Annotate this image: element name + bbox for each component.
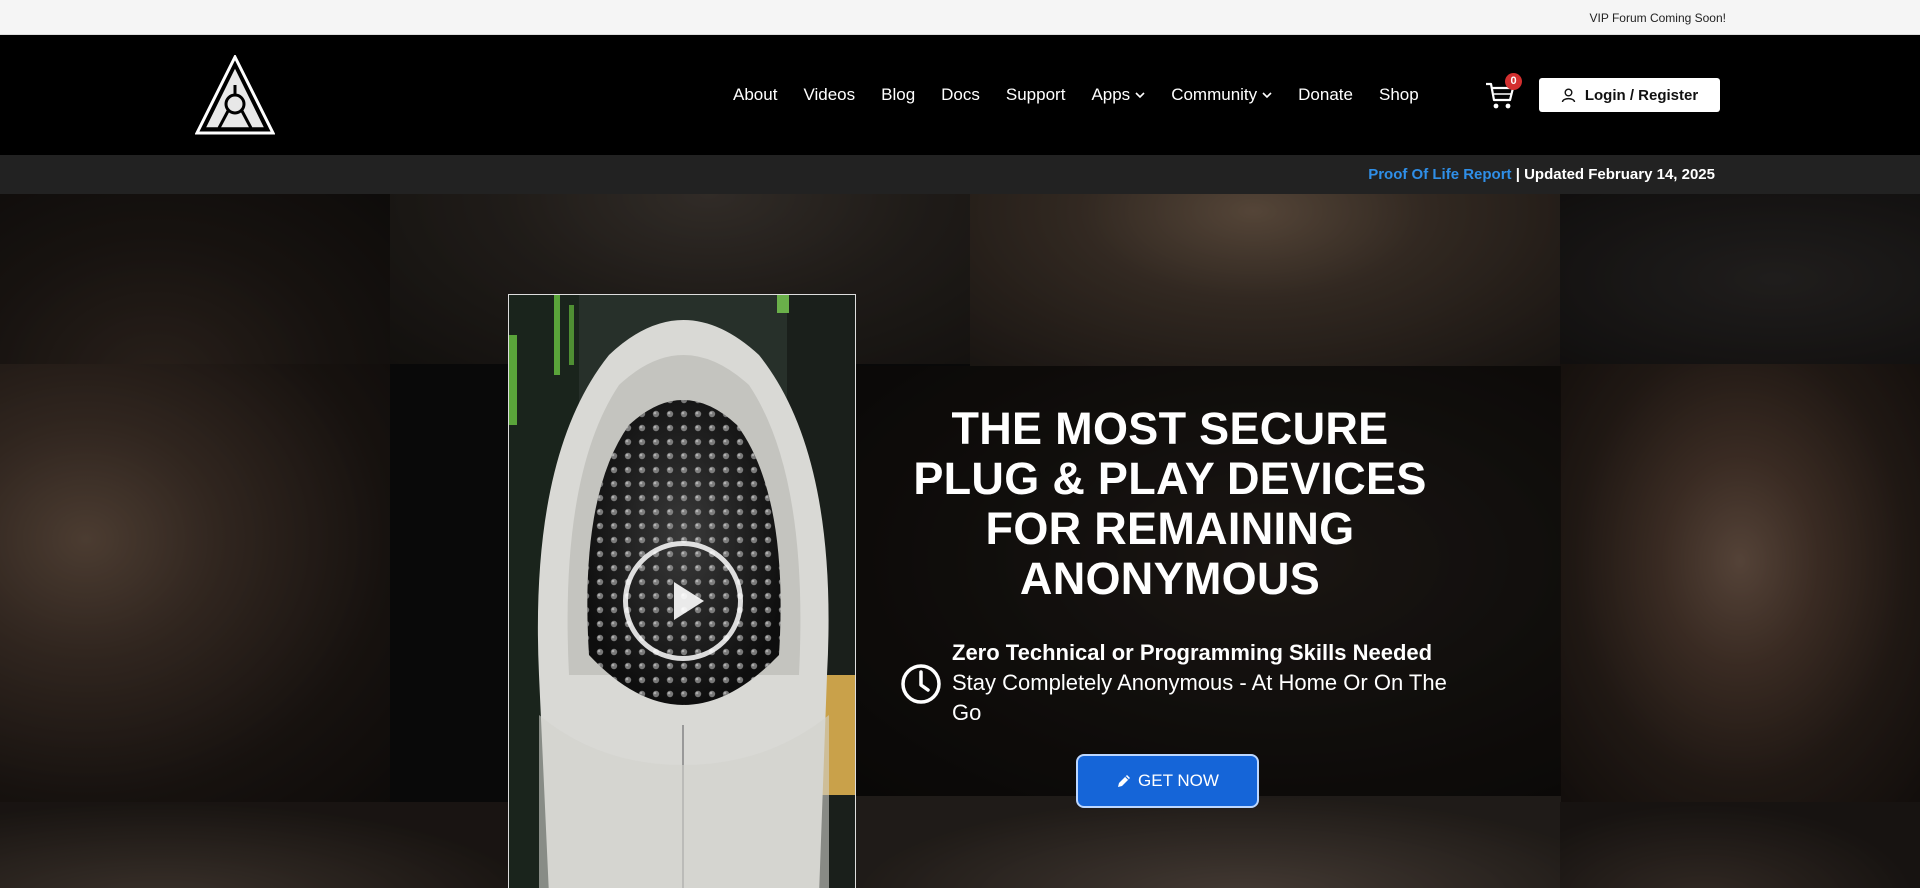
nav-donate[interactable]: Donate <box>1298 85 1353 105</box>
headline-line: THE MOST SECURE <box>951 403 1389 454</box>
nav-label: Docs <box>941 85 980 104</box>
nav-label: Videos <box>803 85 856 104</box>
nav-label: Blog <box>881 85 916 104</box>
clock-icon <box>901 664 941 704</box>
nav-apps[interactable]: Apps <box>1091 85 1145 105</box>
nav-label: About <box>733 85 778 104</box>
nav-label: Support <box>1005 85 1066 104</box>
pencil-icon <box>1118 775 1131 787</box>
cart-count-badge: 0 <box>1505 73 1522 90</box>
updated-date: | Updated February 14, 2025 <box>1515 166 1715 183</box>
feature-title: Zero Technical or Programming Skills Nee… <box>952 640 1433 665</box>
login-label: Login / Register <box>1584 86 1699 104</box>
user-icon <box>1561 88 1576 102</box>
chevron-down-icon <box>1135 92 1145 99</box>
nav-about[interactable]: About <box>733 85 777 105</box>
headline-line: FOR REMAINING <box>985 503 1355 554</box>
nav-shop[interactable]: Shop <box>1379 85 1419 105</box>
nav-community[interactable]: Community <box>1171 85 1272 105</box>
headline-line: PLUG & PLAY DEVICES <box>913 453 1427 504</box>
play-icon <box>674 582 704 620</box>
site-header: About Videos Blog Docs Support Apps Comm… <box>0 35 1920 155</box>
nav-label: Shop <box>1378 85 1419 104</box>
nav-label: Community <box>1171 85 1258 104</box>
login-register-button[interactable]: Login / Register <box>1539 78 1720 112</box>
nav-videos[interactable]: Videos <box>803 85 855 105</box>
nav-support[interactable]: Support <box>1006 85 1066 105</box>
announcement-bar: VIP Forum Coming Soon! <box>0 0 1920 35</box>
nav-blog[interactable]: Blog <box>881 85 915 105</box>
chevron-down-icon <box>1262 92 1272 99</box>
nav-label: Donate <box>1298 85 1353 104</box>
main-nav: About Videos Blog Docs Support Apps Comm… <box>733 82 1445 108</box>
nav-label: Apps <box>1091 85 1131 104</box>
report-text: Proof Of Life Report | Updated February … <box>1368 166 1715 183</box>
illuminati-triangle-icon[interactable] <box>195 55 275 135</box>
hero-headline: THE MOST SECURE PLUG & PLAY DEVICES FOR … <box>900 404 1440 604</box>
report-bar: Proof Of Life Report | Updated February … <box>0 155 1920 194</box>
proof-of-life-link[interactable]: Proof Of Life Report <box>1368 166 1511 183</box>
hero-section: THE MOST SECURE PLUG & PLAY DEVICES FOR … <box>0 194 1920 888</box>
cta-label: GET NOW <box>1138 771 1219 790</box>
headline-line: ANONYMOUS <box>1019 553 1321 604</box>
nav-docs[interactable]: Docs <box>941 85 980 105</box>
play-button[interactable] <box>623 541 743 661</box>
video-player[interactable] <box>508 294 856 888</box>
get-now-button[interactable]: GET NOW <box>1076 754 1259 808</box>
feature-description: Stay Completely Anonymous - At Home Or O… <box>952 670 1447 725</box>
announcement-text: VIP Forum Coming Soon! <box>1589 11 1726 25</box>
